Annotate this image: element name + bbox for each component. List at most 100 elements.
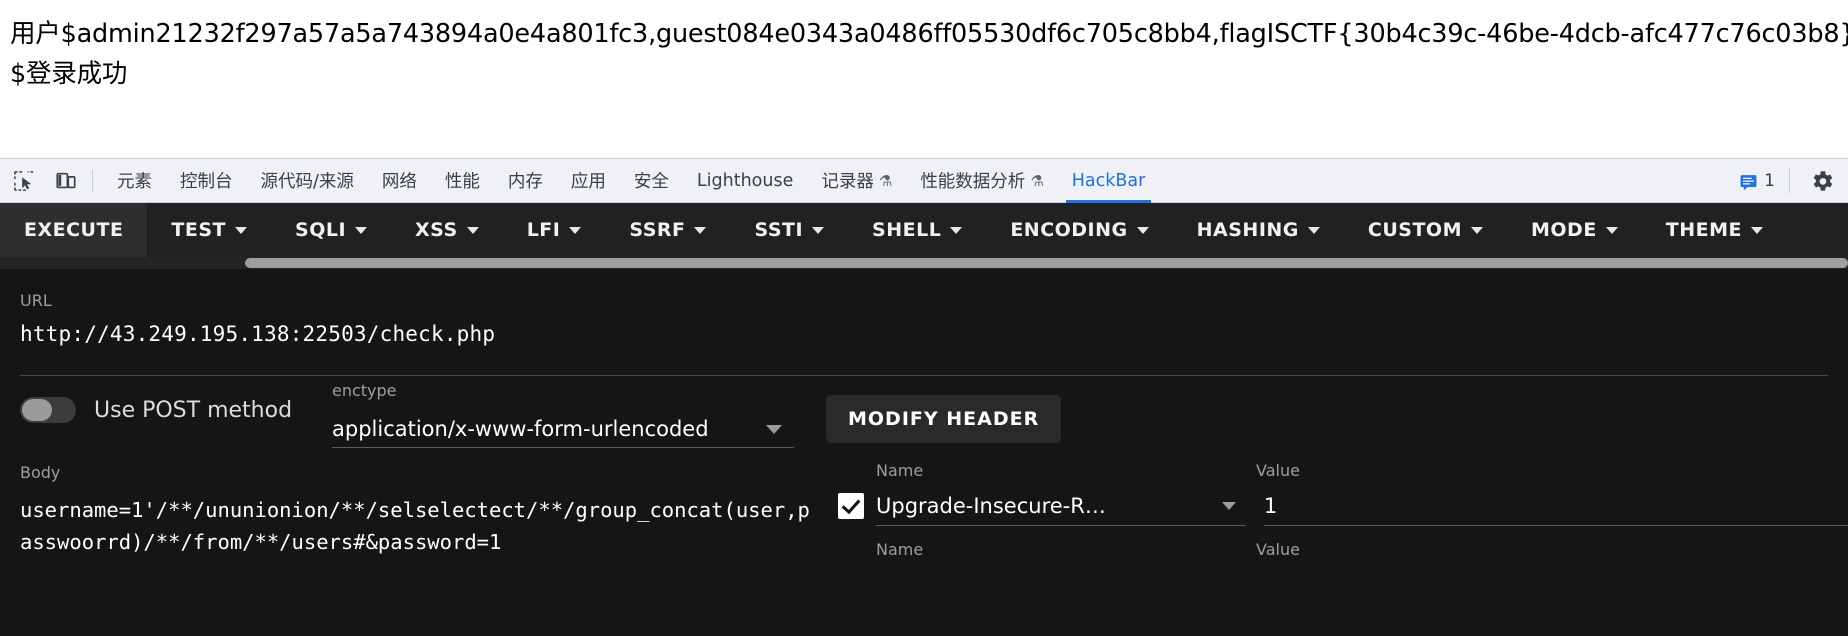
enctype-label: enctype [332,381,397,400]
chevron-down-icon [1470,226,1483,234]
use-post-method-toggle[interactable] [20,397,76,423]
use-post-method-row[interactable]: Use POST method [20,397,292,423]
headers-column-headers-next: Name Value [838,540,1848,559]
devtools-tabstrip: 元素 控制台 源代码/来源 网络 性能 内存 应用 安全 Lighthouse … [0,158,1848,203]
tab-sources[interactable]: 源代码/来源 [247,159,368,203]
hackbar-menu-shell[interactable]: SHELL [848,203,986,257]
chevron-down-icon [766,425,782,434]
menu-label: SHELL [872,219,942,241]
toggle-knob [22,399,52,421]
inspect-element-icon[interactable] [6,163,42,199]
page-response-text: 用户$admin21232f297a57a5a743894a0e4a801fc3… [10,19,1848,89]
body-textarea[interactable]: username=1'/**/ununionion/**/selselectec… [20,494,810,558]
header-enabled-checkbox[interactable] [838,493,864,519]
menu-label: SSTI [754,219,804,241]
menu-label: ENCODING [1010,219,1128,241]
tab-performance[interactable]: 性能 [431,159,494,203]
message-count-label: 1 [1764,171,1775,191]
header-name-select[interactable]: Upgrade-Insecure-R… [876,486,1246,526]
tab-label: HackBar [1071,170,1146,191]
tab-hackbar[interactable]: HackBar [1058,159,1160,203]
hackbar-menu-scrollbar-track[interactable] [0,257,1848,269]
hackbar-menu-theme[interactable]: THEME [1642,203,1787,257]
chevron-down-icon [1751,226,1764,234]
chevron-down-icon [694,226,707,234]
header-value-input[interactable]: 1 [1263,486,1848,526]
experiment-flask-icon: ⚗ [1030,171,1044,190]
hackbar-menu-hashing[interactable]: HASHING [1173,203,1344,257]
chevron-down-icon [950,226,963,234]
tab-performance-insights[interactable]: 性能数据分析 ⚗ [906,159,1057,203]
tab-network[interactable]: 网络 [368,159,431,203]
menu-label: XSS [415,219,458,241]
hackbar-menu-execute[interactable]: EXECUTE [0,203,148,257]
tab-label: 安全 [633,172,669,192]
right-controls-divider [1789,169,1790,193]
hackbar-menu-xss[interactable]: XSS [391,203,503,257]
hackbar-menu-ssti[interactable]: SSTI [730,203,848,257]
tabstrip-divider [92,169,93,192]
tab-memory[interactable]: 内存 [494,159,557,203]
rendered-page-area: 用户$admin21232f297a57a5a743894a0e4a801fc3… [0,0,1848,158]
message-count[interactable]: 1 [1739,171,1775,191]
hackbar-menu-mode[interactable]: MODE [1507,203,1642,257]
body-label: Body [20,463,61,482]
gear-icon[interactable] [1804,163,1840,199]
chevron-down-icon [812,226,825,234]
hackbar-menu-custom[interactable]: CUSTOM [1344,203,1507,257]
menu-label: TEST [171,219,227,241]
hackbar-menu-scrollbar-thumb[interactable] [245,258,1848,268]
modify-header-button[interactable]: MODIFY HEADER [826,395,1062,443]
enctype-value: application/x-www-form-urlencoded [332,416,709,441]
header-value-column-label-2: Value [1256,540,1300,559]
chevron-down-icon [1307,226,1320,234]
body-block: Body username=1'/**/ununionion/**/selsel… [20,463,810,558]
tab-label: 元素 [117,172,152,192]
tab-label: 内存 [507,172,543,192]
menu-label: HASHING [1196,219,1299,241]
menu-label: EXECUTE [24,219,124,241]
headers-table: Name Value Upgrade-Insecure-R… 1 Name Va… [838,461,1848,559]
hackbar-menu-ssrf[interactable]: SSRF [605,203,730,257]
url-block: URL http://43.249.195.138:22503/check.ph… [20,291,1828,346]
device-toolbar-icon[interactable] [48,163,84,199]
chevron-down-icon [1136,226,1149,234]
chevron-down-icon [235,226,248,234]
chevron-down-icon [1605,226,1618,234]
url-label: URL [20,291,52,310]
hackbar-menu-bar: EXECUTE TEST SQLI XSS LFI SSRF SSTI SHEL… [0,203,1848,257]
tab-label: 网络 [381,172,417,192]
hackbar-menu-encoding[interactable]: ENCODING [986,203,1172,257]
hackbar-menu-test[interactable]: TEST [147,203,271,257]
tab-console[interactable]: 控制台 [166,159,247,203]
devtools-panel: 元素 控制台 源代码/来源 网络 性能 内存 应用 安全 Lighthouse … [0,158,1848,636]
hackbar-menu-lfi[interactable]: LFI [503,203,606,257]
chevron-down-icon [466,226,479,234]
menu-label: MODE [1530,219,1597,241]
hackbar-menu-sqli[interactable]: SQLI [271,203,391,257]
chevron-down-icon [1221,502,1236,510]
message-icon [1740,174,1757,190]
url-input[interactable]: http://43.249.195.138:22503/check.php [20,322,1828,346]
enctype-block: enctype application/x-www-form-urlencode… [332,381,794,448]
tab-label: 性能数据分析 [920,172,1026,192]
tab-application[interactable]: 应用 [557,159,620,203]
tab-label: 记录器 [821,172,874,192]
tab-security[interactable]: 安全 [620,159,683,203]
tab-label: 源代码/来源 [260,172,354,192]
header-value-text: 1 [1263,493,1278,518]
menu-label: SQLI [295,219,347,241]
menu-label: LFI [526,219,561,241]
tab-label: Lighthouse [696,170,794,191]
headers-column-headers: Name Value [838,461,1848,480]
tab-lighthouse[interactable]: Lighthouse [683,159,807,203]
enctype-select[interactable]: application/x-www-form-urlencoded [332,410,794,448]
hackbar-body: URL http://43.249.195.138:22503/check.ph… [0,269,1848,636]
menu-label: CUSTOM [1367,219,1462,241]
header-value-column-label: Value [1256,461,1300,480]
tab-recorder[interactable]: 记录器 ⚗ [807,159,906,203]
tab-elements[interactable]: 元素 [103,159,166,203]
header-name-column-label: Name [876,461,924,480]
menu-label: SSRF [629,219,686,241]
menu-label: THEME [1665,219,1743,241]
